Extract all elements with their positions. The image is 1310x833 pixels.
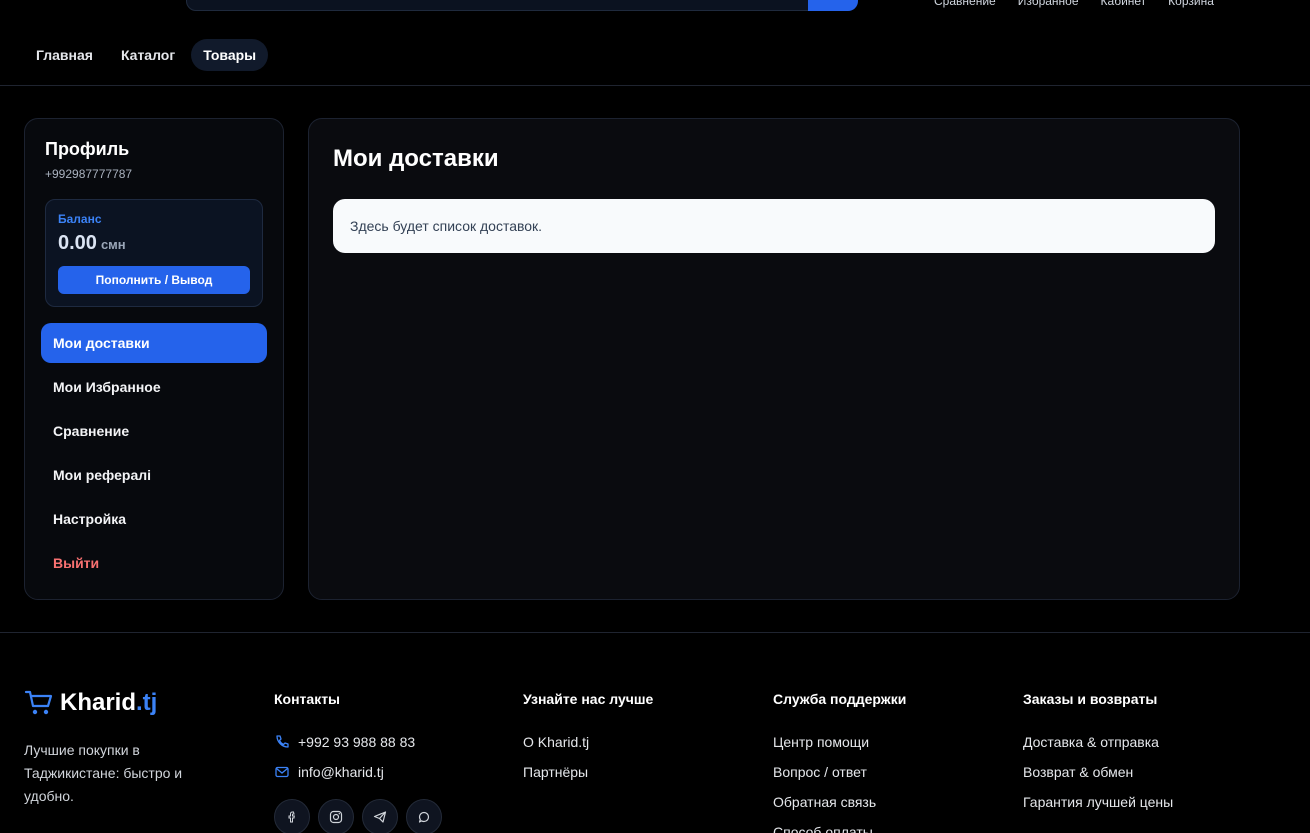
footer-link-help-center[interactable]: Центр помощи [773,727,906,757]
footer-link-partners[interactable]: Партнёры [523,757,653,787]
search-input[interactable] [186,0,810,11]
page-title: Мои доставки [333,145,499,172]
mail-icon [275,766,289,778]
menu-item-compare[interactable]: Сравнение [41,411,267,451]
footer-link-payment[interactable]: Способ оплаты [773,817,906,833]
cart-icon [24,690,53,715]
footer-link-delivery[interactable]: Доставка & отправка [1023,727,1173,757]
balance-currency: смн [100,237,126,252]
telegram-button[interactable] [362,799,398,833]
menu-item-favorites[interactable]: Мои Избранное [41,367,267,407]
footer-contacts-title: Контакты [274,691,341,707]
footer-link-returns[interactable]: Возврат & обмен [1023,757,1173,787]
phone-icon [276,735,289,748]
menu-item-logout[interactable]: Выйти [41,543,267,583]
footer-email[interactable]: info@kharid.tj [274,757,415,787]
instagram-icon [329,810,343,824]
footer-contacts: Контакты +992 93 988 88 83 info@kharid.t… [274,691,415,787]
facebook-icon [288,811,295,823]
profile-sidebar: Профиль +992987777787 Баланс 0.00 смн Поп… [24,118,284,600]
footer-phone[interactable]: +992 93 988 88 83 [274,727,415,757]
empty-state: Здесь будет список доставок. [333,199,1215,253]
footer-support-title: Служба поддержки [773,691,907,707]
whatsapp-button[interactable] [406,799,442,833]
main-nav: Главная Каталог Товары [24,39,269,71]
header-link-compare[interactable]: Сравнение [934,0,996,8]
footer: Kharid.tj Лучшие покупки в Таджикистане:… [0,632,1310,833]
header-link-cabinet[interactable]: Кабинет [1101,0,1147,8]
footer-orders-title: Заказы и возвраты [1023,691,1158,707]
nav-item-home[interactable]: Главная [24,39,105,71]
brand-tld: .tj [136,689,158,716]
menu-item-settings[interactable]: Настройка [41,499,267,539]
facebook-button[interactable] [274,799,310,833]
footer-logo[interactable]: Kharid.tj [24,689,157,717]
telegram-icon [373,811,387,823]
main-panel: Мои доставки Здесь будет список доставок… [308,118,1240,600]
footer-phone-text: +992 93 988 88 83 [298,734,416,750]
instagram-button[interactable] [318,799,354,833]
header-link-favorites[interactable]: Избранное [1018,0,1079,8]
search-button[interactable] [808,0,858,11]
social-links [274,799,442,833]
menu-item-deliveries[interactable]: Мои доставки [41,323,267,363]
footer-description: Лучшие покупки в Таджикистане: быстро и … [24,742,183,804]
footer-email-text: info@kharid.tj [298,764,384,780]
footer-link-about[interactable]: О Kharid.tj [523,727,653,757]
footer-support: Служба поддержки Центр помощи Вопрос / о… [773,691,906,833]
menu-item-referrals[interactable]: Мои рефералi [41,455,267,495]
profile-menu: Мои доставки Мои Избранное Сравнение Мои… [41,323,267,587]
footer-about-title: Узнайте нас лучше [523,691,654,707]
balance-amount: 0.00 смн [58,232,126,255]
cart-icon[interactable] [108,0,122,4]
profile-title: Профиль [45,139,130,159]
balance-label: Баланс [58,212,102,226]
header-links: Сравнение Избранное Кабинет Корзина [934,0,1214,8]
footer-link-feedback[interactable]: Обратная связь [773,787,906,817]
balance-card: Баланс 0.00 смн Пополнить / Вывод [45,199,263,307]
footer-orders: Заказы и возвраты Доставка & отправка Во… [1023,691,1173,817]
header-link-cart[interactable]: Корзина [1168,0,1214,8]
footer-link-price-guarantee[interactable]: Гарантия лучшей цены [1023,787,1173,817]
topup-withdraw-button[interactable]: Пополнить / Вывод [58,266,250,294]
nav-item-products[interactable]: Товары [191,39,269,71]
whatsapp-icon [418,811,430,823]
profile-phone: +992987777787 [45,167,133,181]
brand-name: Kharid [60,689,137,716]
footer-link-faq[interactable]: Вопрос / ответ [773,757,906,787]
nav-item-catalog[interactable]: Каталог [109,39,187,71]
footer-about: Узнайте нас лучше О Kharid.tj Партнёры [523,691,653,787]
footer-brand: Kharid.tj [60,689,157,717]
balance-value: 0.00 [58,232,97,254]
header: Сравнение Избранное Кабинет Корзина Глав… [0,0,1310,86]
